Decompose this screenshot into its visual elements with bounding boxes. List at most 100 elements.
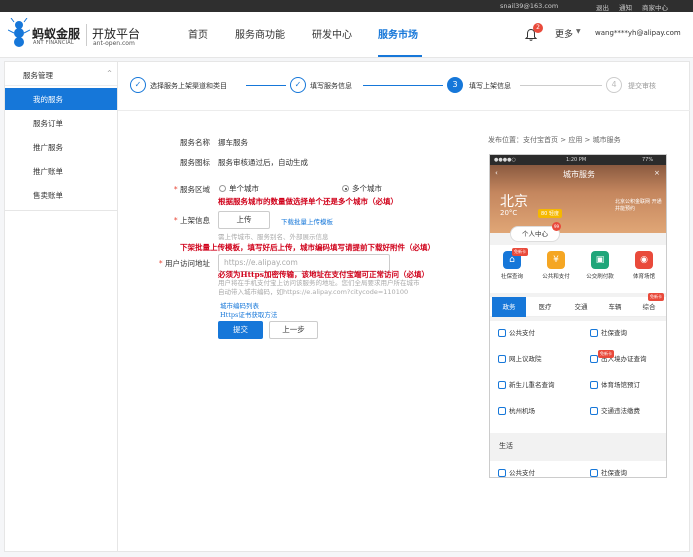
upload-annotation: 下架批量上传模板，填写好后上传，城市编码填写请提前下载好附件（必填） — [180, 243, 435, 252]
nav-service-market[interactable]: 服务市场 — [378, 26, 418, 41]
preview-service-list: 公共支付 社保查询 网上议政院 出入境办证查询 新生儿重名查询 体育场馆预订 杭… — [490, 321, 666, 433]
sidebar-item-sales-bills[interactable]: 售卖账单 — [5, 184, 117, 206]
service-icon — [498, 381, 506, 389]
step-connector — [520, 85, 602, 86]
step-connector — [246, 85, 286, 86]
service-icon — [590, 381, 598, 389]
sidebar: 服务管理 ^ 我的服务 服务订单 推广服务 推广账单 售卖账单 — [4, 61, 118, 552]
logout-link[interactable]: 退出 — [596, 2, 609, 12]
user-url-label: * 用户访问地址 — [158, 259, 210, 268]
nav-provider-functions[interactable]: 服务商功能 — [235, 26, 285, 41]
sidebar-group-header[interactable]: 服务管理 ^ — [5, 62, 117, 86]
service-icon — [590, 469, 598, 477]
preview-icon-item: ¥ 公共和支付 — [534, 251, 578, 280]
step-1-label: 选择服务上架渠道和类目 — [150, 82, 227, 90]
chevron-down-icon: ▼ — [576, 28, 581, 35]
service-name-label: 服务名称 — [180, 138, 210, 147]
step-2-label: 填写服务信息 — [310, 82, 352, 90]
merchant-center-link[interactable]: 商家中心 — [642, 2, 668, 12]
service-region-label: * 服务区域 — [173, 185, 210, 194]
sidebar-item-service-orders[interactable]: 服务订单 — [5, 112, 117, 134]
phone-preview: ●●●●○ 1:20 PM 77% ‹ 城市服务 × 北京 20°C 80 轻度… — [489, 154, 667, 478]
notification-link[interactable]: 通知 — [619, 2, 632, 12]
preview-tabs: 政务 医疗 交通 车辆 综合 — [490, 297, 666, 317]
bus-icon: ▣ — [591, 251, 609, 269]
service-icon — [498, 355, 506, 363]
step-2-check-icon: ✓ — [290, 77, 306, 93]
preview-temperature: 20°C — [500, 209, 518, 217]
list-tag: 免新卡 — [598, 350, 614, 358]
new-tag: 免新卡 — [512, 248, 528, 256]
nav-dev-center[interactable]: 研发中心 — [312, 26, 352, 41]
listing-hint: 需上传城市、服务别名、外部展示信息 — [218, 233, 329, 241]
step-3-label: 填写上架信息 — [469, 82, 511, 90]
preview-tab: 医疗 — [538, 303, 552, 311]
brand-divider — [86, 24, 87, 46]
previous-step-button[interactable]: 上一步 — [269, 321, 318, 339]
service-icon — [590, 355, 598, 363]
service-icon-label: 服务图标 — [180, 158, 210, 167]
region-multi-label: 多个城市 — [352, 184, 382, 193]
brand-name-en: ANT FINANCIAL — [33, 40, 74, 46]
service-icon — [498, 469, 506, 477]
step-connector — [363, 85, 443, 86]
preview-title: 城市服务 — [563, 170, 595, 179]
region-multi-radio[interactable] — [342, 185, 349, 192]
list-item: 公共支付 — [498, 467, 535, 477]
signal-icon: ●●●●○ — [494, 157, 516, 163]
download-template-link[interactable]: 下载批量上传模板 — [281, 216, 333, 226]
listing-info-label: * 上架信息 — [173, 216, 210, 225]
upload-button[interactable]: 上传 — [218, 211, 270, 229]
notification-badge: 2 — [533, 23, 543, 33]
account-email: snail39@163.com — [500, 2, 559, 10]
step-3-number: 3 — [447, 77, 463, 93]
preview-aqi: 80 轻度 — [538, 209, 562, 218]
personal-badge: 99 — [552, 222, 561, 231]
list-item: 社保查询 — [590, 467, 627, 477]
status-time: 1:20 PM — [566, 157, 587, 163]
service-icon — [498, 329, 506, 337]
step-1-check-icon: ✓ — [130, 77, 146, 93]
region-single-label: 单个城市 — [229, 184, 259, 193]
preview-tab: 交通 — [574, 303, 588, 311]
preview-tab: 车辆 — [608, 303, 622, 311]
preview-side-text: 北京公积金联网 开通并能预约 — [615, 199, 662, 212]
service-icon — [590, 329, 598, 337]
ant-logo-icon — [8, 18, 30, 47]
list-item: 社保查询 — [590, 327, 627, 337]
user-account[interactable]: wang****yh@alipay.com — [595, 29, 681, 37]
https-cert-link[interactable]: Https证书获取方法 — [220, 309, 277, 319]
list-item: 网上议政院 — [498, 353, 542, 363]
steps-divider — [118, 110, 690, 111]
platform-domain: ant-open.com — [93, 40, 135, 47]
service-name-value: 挪车服务 — [218, 138, 248, 147]
phone-status-bar: ●●●●○ 1:20 PM 77% — [490, 155, 666, 165]
step-4-label: 提交审核 — [628, 82, 656, 90]
preview-city: 北京 — [500, 194, 528, 210]
preview-icon-item: ▣ 公交刷付款 — [578, 251, 622, 280]
chevron-up-icon: ^ — [107, 70, 113, 77]
nav-active-indicator — [378, 55, 422, 57]
url-hint-line-2: 自动带入城市编码，如https://e.alipay.com?citycode=… — [218, 288, 409, 296]
tab-tag: 免新卡 — [648, 293, 664, 301]
city-banner: ‹ 城市服务 × 北京 20°C 80 轻度 北京公积金联网 开通并能预约 — [490, 165, 666, 233]
submit-button[interactable]: 提交 — [218, 321, 263, 339]
nav-home[interactable]: 首页 — [188, 26, 208, 41]
more-menu[interactable]: 更多 — [555, 27, 573, 40]
preview-tab: 政务 — [492, 297, 526, 317]
preview-icon-item: ◉ 体育场馆 — [622, 251, 666, 280]
top-utility-bar: snail39@163.com 退出 通知 商家中心 — [0, 0, 693, 12]
region-annotation: 根据服务城市的数量做选择单个还是多个城市（必填） — [218, 197, 398, 206]
region-single-radio[interactable] — [219, 185, 226, 192]
sidebar-item-my-services[interactable]: 我的服务 — [5, 88, 117, 110]
url-hint-line-1: 用户将在手机支付宝上访问该服务的地址。您们全局要求用户所在城市 — [218, 279, 420, 287]
coin-icon: ¥ — [547, 251, 565, 269]
preview-section-title: 生活 — [499, 442, 513, 450]
stadium-icon: ◉ — [635, 251, 653, 269]
sidebar-item-promote-services[interactable]: 推广服务 — [5, 136, 117, 158]
service-icon-value: 服务审核通过后，自动生成 — [218, 158, 308, 167]
list-item: 体育场馆预订 — [590, 379, 640, 389]
service-icon — [498, 407, 506, 415]
sidebar-item-promotion-bills[interactable]: 推广账单 — [5, 160, 117, 182]
step-4-number: 4 — [606, 77, 622, 93]
